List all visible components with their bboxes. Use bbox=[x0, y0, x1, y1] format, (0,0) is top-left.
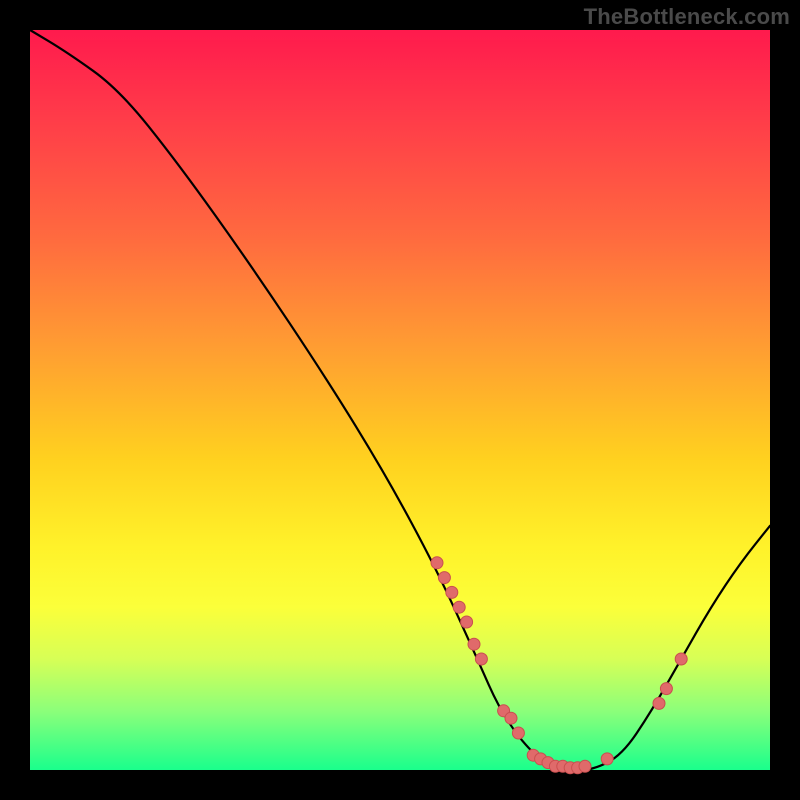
curve-marker bbox=[461, 616, 473, 628]
watermark-text: TheBottleneck.com bbox=[584, 4, 790, 30]
curve-marker bbox=[579, 760, 591, 772]
curve-marker bbox=[453, 601, 465, 613]
curve-marker bbox=[505, 712, 517, 724]
chart-frame: TheBottleneck.com bbox=[0, 0, 800, 800]
curve-markers bbox=[431, 557, 687, 774]
curve-marker bbox=[468, 638, 480, 650]
chart-overlay bbox=[30, 30, 770, 770]
curve-marker bbox=[660, 683, 672, 695]
curve-marker bbox=[675, 653, 687, 665]
bottleneck-curve bbox=[30, 30, 770, 770]
curve-marker bbox=[512, 727, 524, 739]
curve-marker bbox=[431, 557, 443, 569]
curve-marker bbox=[475, 653, 487, 665]
curve-marker bbox=[438, 572, 450, 584]
curve-marker bbox=[653, 697, 665, 709]
curve-marker bbox=[601, 753, 613, 765]
plot-area bbox=[30, 30, 770, 770]
curve-marker bbox=[446, 586, 458, 598]
